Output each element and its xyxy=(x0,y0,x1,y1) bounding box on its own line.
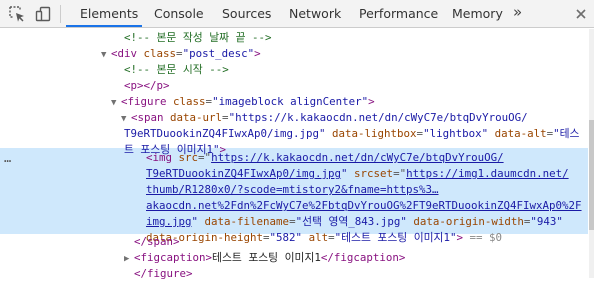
dom-node-img[interactable]: <img src="https://k.kakaocdn.net/dn/cWyC… xyxy=(146,150,588,166)
attr-value: "imageblock alignCenter" xyxy=(212,95,369,108)
tag-open: <figure xyxy=(121,95,167,108)
attr-value: "943" xyxy=(530,215,563,228)
dom-node-figure-close[interactable]: </figure> xyxy=(134,266,588,282)
attr-name: data-url xyxy=(170,111,223,124)
src-link[interactable]: T9eRTDuookinZQ4FIwxAp0/img.jpg xyxy=(146,167,341,180)
tag-open: <div xyxy=(111,47,138,60)
elements-tree: … <!-- 본문 작성 날짜 끝 --> ▼ <div class="post_… xyxy=(0,29,594,280)
tag-close: > xyxy=(368,95,375,108)
srcset-link[interactable]: akaocdn.net%2Fdn%2FcWyC7e%2FbtqDvYrouOG%… xyxy=(146,199,582,212)
dom-node-figcaption[interactable]: ▶ <figcaption>테스트 포스팅 이미지1</figcaption> xyxy=(124,250,588,266)
scrollbar-thumb[interactable] xyxy=(589,120,594,230)
expanded-triangle-icon[interactable]: ▼ xyxy=(111,95,121,110)
srcset-link[interactable]: img.jpg xyxy=(146,215,192,228)
attr-value: "선택 영역_843.jpg" xyxy=(295,215,407,228)
dom-node-figure[interactable]: ▼ <figure class="imageblock alignCenter"> xyxy=(111,94,588,110)
expanded-triangle-icon[interactable]: ▼ xyxy=(121,111,131,126)
attr-value: "테스 xyxy=(553,127,580,140)
attr-name: src xyxy=(178,151,199,164)
src-link[interactable]: https://k.kakaocdn.net/dn/cWyC7e/btqDvYr… xyxy=(211,151,504,164)
dom-node-span-close[interactable]: </span> xyxy=(134,234,588,250)
tag-open: <span xyxy=(131,111,164,124)
more-tabs-icon[interactable]: » xyxy=(513,0,522,27)
comment-text: <!-- 본문 작성 날짜 끝 --> xyxy=(124,31,272,44)
tab-performance[interactable]: Performance xyxy=(359,0,438,27)
toolbar-divider xyxy=(60,5,61,23)
tab-sources[interactable]: Sources xyxy=(222,0,271,27)
dom-node-p[interactable]: <p></p> xyxy=(124,78,588,94)
dom-node-comment[interactable]: <!-- 본문 시작 --> xyxy=(124,62,588,78)
tag-close: </figure> xyxy=(134,267,193,280)
tag-close: </span> xyxy=(134,235,180,248)
dom-node-span-cont: T9eRTDuookinZQ4FIwxAp0/img.jpg" data-lig… xyxy=(124,127,580,140)
tab-memory[interactable]: Memory xyxy=(452,0,503,27)
attr-name: data-alt xyxy=(494,127,547,140)
dom-node-span[interactable]: ▼ <span data-url="https://k.kakaocdn.net/… xyxy=(121,110,588,126)
srcset-link[interactable]: https://img1.daumcdn.net/ xyxy=(406,167,569,180)
tag-open: <img xyxy=(146,151,173,164)
dom-node-img-cont: T9eRTDuookinZQ4FIwxAp0/img.jpg" srcset="… xyxy=(146,167,569,180)
tab-network[interactable]: Network xyxy=(289,0,341,27)
dom-node-comment[interactable]: <!-- 본문 작성 날짜 끝 --> xyxy=(124,30,588,46)
close-icon[interactable] xyxy=(573,6,589,26)
tag-p: <p></p> xyxy=(124,79,170,92)
active-tab-indicator xyxy=(66,25,142,27)
device-toolbar-icon[interactable] xyxy=(34,5,52,23)
attr-value: T9eRTDuookinZQ4FIwxAp0/img.jpg" xyxy=(124,127,326,140)
node-actions-ellipsis[interactable]: … xyxy=(4,151,12,165)
dom-node-img-cont: img.jpg" data-filename="선택 영역_843.jpg" d… xyxy=(146,215,563,228)
tab-elements[interactable]: Elements xyxy=(80,0,138,27)
attr-name: data-lightbox xyxy=(332,127,417,140)
expanded-triangle-icon[interactable]: ▼ xyxy=(101,47,111,62)
attr-name: class xyxy=(173,95,206,108)
tab-console[interactable]: Console xyxy=(154,0,204,27)
tag-open: <figcaption> xyxy=(134,251,213,264)
tag-close: </figcaption> xyxy=(320,251,406,264)
attr-name: data-origin-width xyxy=(413,215,524,228)
tag-close: > xyxy=(254,47,261,60)
attr-name: srcset xyxy=(354,167,394,180)
dom-node-img-cont: akaocdn.net%2Fdn%2FcWyC7e%2FbtqDvYrouOG%… xyxy=(146,198,588,214)
dom-node-img-cont: thumb/R1280x0/?scode=mtistory2&fname=htt… xyxy=(146,182,588,198)
cursor-arrow-icon[interactable] xyxy=(8,5,26,23)
attr-value: "https://k.kakaocdn.net/dn/cWyC7e/btqDvY… xyxy=(228,111,528,124)
attr-name: data-filename xyxy=(204,215,290,228)
dom-node-div[interactable]: ▼ <div class="post_desc"> xyxy=(101,46,588,62)
attr-value: "post_desc" xyxy=(182,47,255,60)
attr-value: "lightbox" xyxy=(423,127,489,140)
figcaption-text: 테스트 포스팅 이미지1 xyxy=(212,251,321,264)
attr-name: class xyxy=(143,47,177,60)
devtools-toolbar: Elements Console Sources Network Perform… xyxy=(0,0,594,28)
collapsed-triangle-icon[interactable]: ▶ xyxy=(124,251,134,266)
comment-text: <!-- 본문 시작 --> xyxy=(124,63,229,76)
srcset-link[interactable]: thumb/R1280x0/?scode=mtistory2&fname=htt… xyxy=(146,183,439,196)
